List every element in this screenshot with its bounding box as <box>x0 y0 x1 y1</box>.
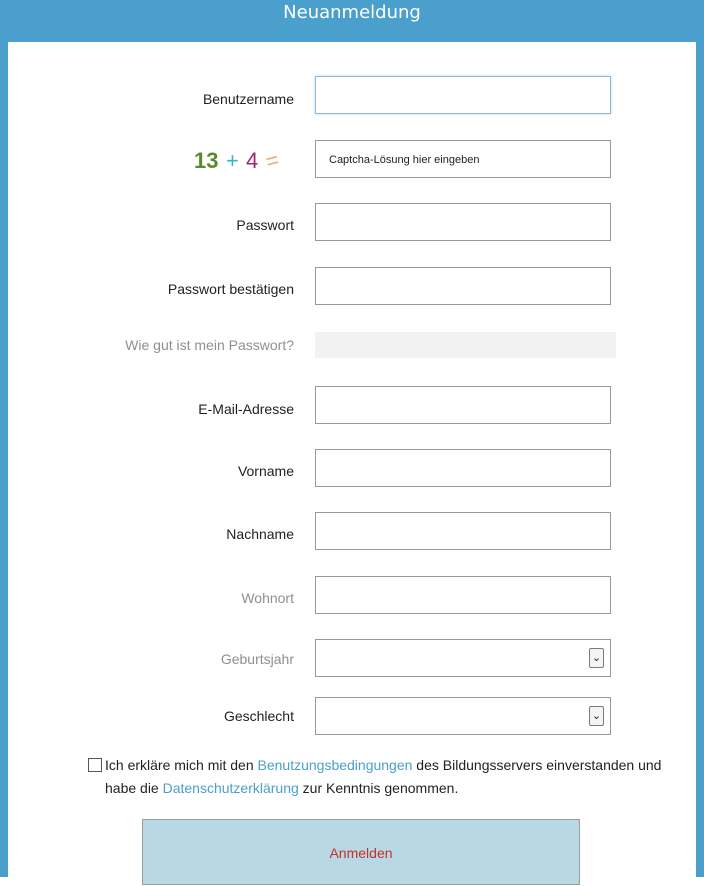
registration-form: Benutzername 13 + 4 = Captcha-Lösung hie… <box>8 42 696 885</box>
password-strength-meter <box>315 332 616 358</box>
terms-link[interactable]: Benutzungsbedingungen <box>258 757 413 773</box>
terms-text-part3: zur Kenntnis genommen. <box>298 780 459 796</box>
email-label: E-Mail-Adresse <box>198 401 294 417</box>
captcha-digit-1: 13 <box>194 148 219 173</box>
captcha-image: 13 + 4 = <box>194 140 304 184</box>
terms-text: Ich erkläre mich mit den Benutzungsbedin… <box>88 754 688 800</box>
username-input[interactable] <box>315 76 611 114</box>
firstname-label: Vorname <box>237 463 294 479</box>
password-input[interactable] <box>315 203 611 241</box>
chevron-down-icon[interactable]: ⌄ <box>589 706 604 726</box>
terms-checkbox[interactable] <box>88 758 102 772</box>
captcha-plus: + <box>226 148 239 173</box>
city-input[interactable] <box>315 576 611 614</box>
password-confirm-input[interactable] <box>315 267 611 305</box>
birthyear-label: Geburtsjahr <box>220 651 294 667</box>
gender-label: Geschlecht <box>223 708 294 724</box>
terms-agreement: Ich erkläre mich mit den Benutzungsbedin… <box>88 754 688 800</box>
submit-button[interactable]: Anmelden <box>142 819 580 885</box>
username-label: Benutzername <box>202 91 294 107</box>
city-label: Wohnort <box>241 590 294 606</box>
birthyear-select[interactable]: ⌄ <box>315 639 611 677</box>
password-confirm-label: Passwort bestätigen <box>167 281 294 297</box>
lastname-input[interactable] <box>315 512 611 550</box>
page-header: Neuanmeldung <box>0 0 704 42</box>
firstname-input[interactable] <box>315 449 611 487</box>
captcha-input[interactable]: Captcha-Lösung hier eingeben <box>315 140 611 178</box>
lastname-label: Nachname <box>226 526 294 542</box>
chevron-down-icon[interactable]: ⌄ <box>589 648 604 668</box>
email-input[interactable] <box>315 386 611 424</box>
privacy-link[interactable]: Datenschutzerklärung <box>163 780 299 796</box>
captcha-equals: = <box>262 146 282 175</box>
password-label: Passwort <box>236 217 294 233</box>
password-strength-label: Wie gut ist mein Passwort? <box>125 337 294 353</box>
page-title: Neuanmeldung <box>283 2 421 23</box>
captcha-digit-2: 4 <box>246 148 259 173</box>
terms-text-part1: Ich erkläre mich mit den <box>105 757 258 773</box>
gender-select[interactable]: ⌄ <box>315 697 611 735</box>
